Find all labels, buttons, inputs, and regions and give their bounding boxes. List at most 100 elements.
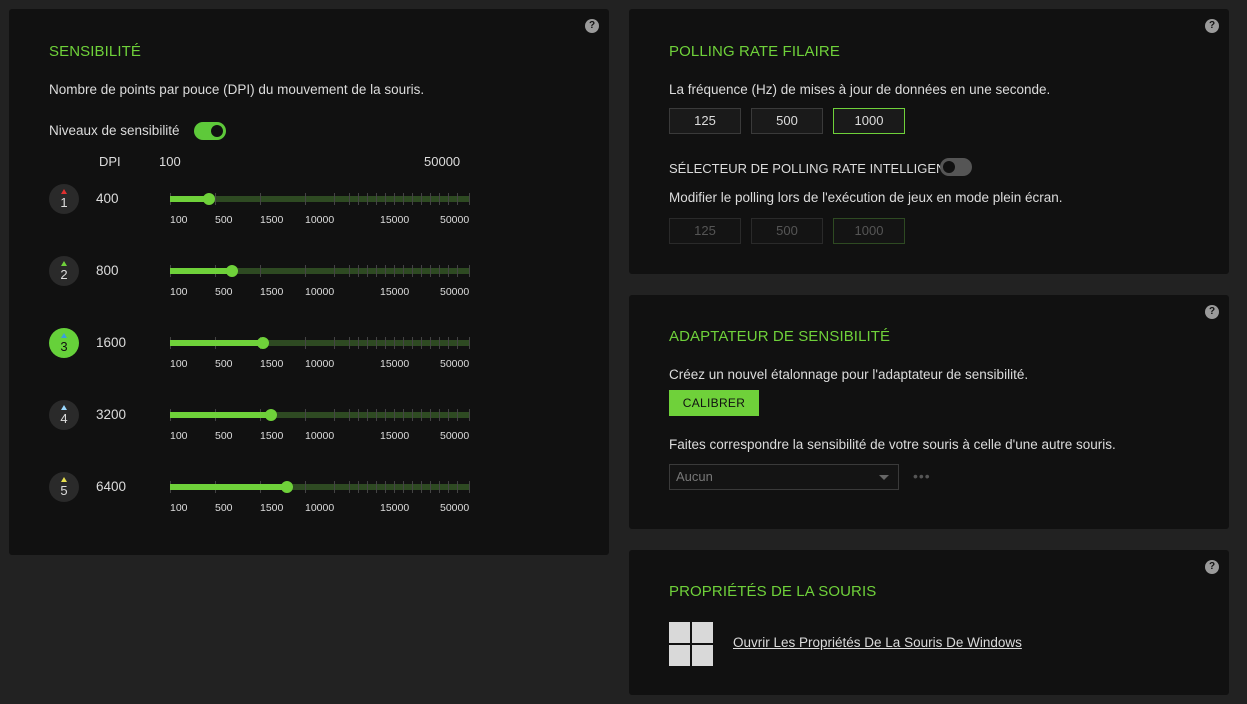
dpi-stage-badge[interactable]: 3 (49, 328, 79, 358)
help-icon[interactable]: ? (1205, 560, 1219, 574)
dpi-slider[interactable] (170, 265, 470, 277)
help-icon[interactable]: ? (1205, 305, 1219, 319)
dpi-stage-value[interactable]: 400 (96, 191, 119, 206)
slider-tick (349, 265, 351, 277)
slider-tick (376, 337, 378, 349)
mouse-select-value: Aucun (676, 469, 713, 484)
slider-tick (469, 337, 470, 349)
slider-tick (430, 409, 432, 421)
dpi-stage-value[interactable]: 1600 (96, 335, 126, 350)
dpi-stage-badge[interactable]: 5 (49, 472, 79, 502)
dpi-stage-value[interactable]: 800 (96, 263, 119, 278)
stage-color-indicator-icon (61, 261, 67, 266)
slider-tick (385, 193, 387, 205)
windows-logo-icon (669, 622, 713, 666)
slider-tick (457, 481, 459, 493)
slider-tick (376, 265, 378, 277)
adapter-description: Créez un nouvel étalonnage pour l'adapta… (669, 367, 1029, 382)
slider-tick (421, 409, 423, 421)
slider-tick (394, 193, 396, 205)
sensitivity-panel: ? SENSIBILITÉ Nombre de points par pouce… (9, 9, 609, 555)
slider-tick (403, 481, 405, 493)
dpi-slider[interactable] (170, 409, 470, 421)
slider-tick (403, 337, 405, 349)
slider-tick (469, 265, 470, 277)
adapter-match-description: Faites correspondre la sensibilité de vo… (669, 437, 1116, 452)
slider-thumb[interactable] (265, 409, 278, 421)
slider-tick (367, 337, 369, 349)
slider-tick (439, 265, 441, 277)
slider-tick (385, 409, 387, 421)
slider-fill (170, 340, 263, 346)
calibrate-button[interactable]: CALIBRER (669, 390, 759, 416)
slider-tick (412, 337, 414, 349)
dpi-slider[interactable] (170, 481, 470, 493)
smart-rate-500-button: 500 (751, 218, 823, 244)
slider-scale-label: 100 (170, 430, 188, 442)
slider-tick (421, 337, 423, 349)
slider-tick (304, 337, 306, 349)
slider-tick (430, 265, 432, 277)
slider-scale-label: 50000 (440, 286, 470, 298)
slider-tick (304, 481, 306, 493)
polling-rate-500-button[interactable]: 500 (751, 108, 823, 134)
dpi-stage-value[interactable]: 3200 (96, 407, 126, 422)
slider-scale-label: 50000 (440, 502, 470, 514)
sensitivity-levels-toggle[interactable] (194, 122, 226, 140)
slider-tick (334, 409, 336, 421)
help-icon[interactable]: ? (585, 19, 599, 33)
dpi-stage-badge[interactable]: 2 (49, 256, 79, 286)
slider-thumb[interactable] (203, 193, 215, 205)
polling-rate-125-button[interactable]: 125 (669, 108, 741, 134)
adapter-panel: ? ADAPTATEUR DE SENSIBILITÉ Créez un nou… (629, 295, 1229, 529)
polling-panel: ? POLLING RATE FILAIRE La fréquence (Hz)… (629, 9, 1229, 274)
slider-tick (358, 193, 360, 205)
slider-scale-label: 15000 (380, 358, 410, 370)
properties-title: PROPRIÉTÉS DE LA SOURIS (669, 583, 877, 600)
mouse-select[interactable]: Aucun (669, 464, 899, 490)
slider-tick (457, 265, 459, 277)
polling-rate-1000-button[interactable]: 1000 (833, 108, 905, 134)
properties-panel: ? PROPRIÉTÉS DE LA SOURIS Ouvrir Les Pro… (629, 550, 1229, 695)
smart-polling-description: Modifier le polling lors de l'exécution … (669, 190, 1063, 205)
slider-tick (334, 265, 336, 277)
dpi-max-header: 50000 (424, 154, 461, 169)
slider-tick (349, 409, 351, 421)
stage-color-indicator-icon (61, 477, 67, 482)
smart-polling-toggle[interactable] (940, 158, 972, 176)
slider-tick (403, 193, 405, 205)
dpi-slider[interactable] (170, 193, 470, 205)
slider-thumb[interactable] (257, 337, 269, 349)
slider-scale-label: 500 (215, 214, 233, 226)
dpi-stage-badge[interactable]: 1 (49, 184, 79, 214)
dpi-stage-badge[interactable]: 4 (49, 400, 79, 430)
slider-scale-label: 1500 (260, 286, 284, 298)
slider-tick (412, 193, 414, 205)
smart-rate-1000-button: 1000 (833, 218, 905, 244)
slider-thumb[interactable] (226, 265, 239, 277)
slider-tick (367, 193, 369, 205)
slider-tick (367, 409, 369, 421)
slider-scale-label: 100 (170, 214, 188, 226)
slider-scale-label: 10000 (305, 358, 335, 370)
slider-tick (394, 337, 396, 349)
slider-tick (304, 409, 306, 421)
help-icon[interactable]: ? (1205, 19, 1219, 33)
slider-scale-label: 1500 (260, 358, 284, 370)
slider-scale-label: 100 (170, 286, 188, 298)
slider-tick (421, 193, 423, 205)
dpi-header: DPI (99, 154, 121, 169)
more-options-icon[interactable]: ••• (913, 468, 931, 484)
dpi-stage-value[interactable]: 6400 (96, 479, 126, 494)
polling-description: La fréquence (Hz) de mises à jour de don… (669, 82, 1051, 97)
slider-thumb[interactable] (281, 481, 293, 493)
slider-fill (170, 412, 272, 418)
dpi-slider[interactable] (170, 337, 470, 349)
slider-tick (358, 337, 360, 349)
sensitivity-title: SENSIBILITÉ (49, 43, 141, 60)
slider-tick (334, 481, 336, 493)
slider-tick (430, 337, 432, 349)
slider-tick (334, 337, 336, 349)
slider-scale-label: 500 (215, 430, 233, 442)
windows-mouse-properties-link[interactable]: Ouvrir Les Propriétés De La Souris De Wi… (733, 635, 1022, 650)
